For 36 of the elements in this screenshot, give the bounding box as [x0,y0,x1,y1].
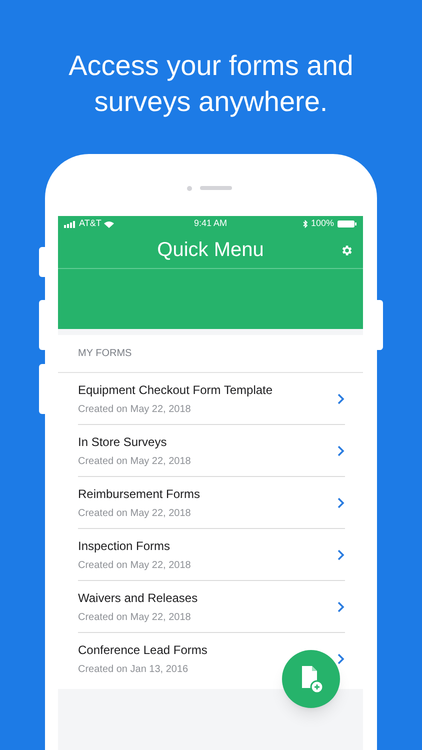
battery-percentage: 100% [310,217,334,230]
chevron-right-icon [337,392,345,404]
chevron-right-icon [337,496,345,508]
speaker-grille [200,186,232,190]
form-title: Equipment Checkout Form Template [78,382,274,398]
chevron-right-icon [337,548,345,560]
form-row[interactable]: Reimbursement Forms Created on May 22, 2018 [78,477,345,529]
form-created-date: Created on May 22, 2018 [78,558,192,572]
chevron-right-icon [337,600,345,612]
form-title: Reimbursement Forms [78,486,202,502]
form-created-date: Created on May 22, 2018 [78,402,192,416]
form-created-date: Created on Jan 13, 2016 [78,663,190,677]
form-title: Waivers and Releases [78,590,199,606]
form-row[interactable]: Equipment Checkout Form Template Created on May 22, 2018 [78,373,345,425]
chevron-right-icon [337,444,345,456]
form-row[interactable]: Inspection Forms Created on May 22, 2018 [78,529,345,581]
carrier-name: AT&T [79,217,102,230]
form-created-date: Created on May 22, 2018 [78,506,192,520]
wifi-icon [104,220,114,228]
battery-icon [337,220,357,228]
form-title: Conference Lead Forms [78,642,208,659]
form-created-date: Created on May 22, 2018 [78,454,192,468]
form-created-date: Created on May 22, 2018 [78,610,192,624]
section-label: MY FORMS [78,347,133,361]
screen-title: Quick Menu [157,238,264,263]
settings-icon[interactable] [340,244,353,257]
form-title: In Store Surveys [78,434,168,450]
status-time: 9:41 AM [192,217,228,230]
form-title: Inspection Forms [78,538,172,554]
bluetooth-icon [302,220,308,228]
form-row[interactable]: Waivers and Releases Created on May 22, 2018 [78,581,345,633]
form-row[interactable]: In Store Surveys Created on May 22, 2018 [78,425,345,477]
chevron-right-icon [337,653,345,665]
headline: Access your forms and surveys anywhere. [68,49,354,119]
form-row[interactable]: Conference Lead Forms Created on Jan 13, 2016 [78,633,345,685]
signal-icon [64,220,76,228]
